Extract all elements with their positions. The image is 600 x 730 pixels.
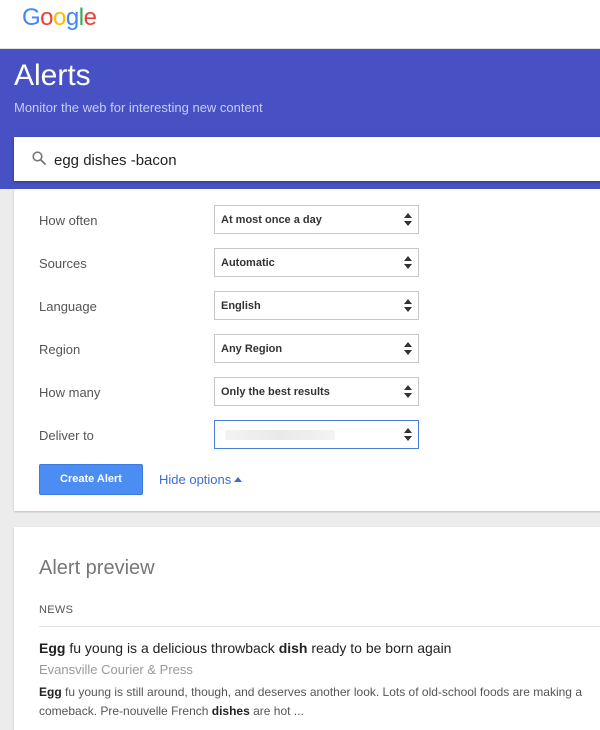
news-item-source: Evansville Courier & Press: [39, 662, 193, 677]
select-value: Any Region: [221, 343, 283, 355]
snippet-part: fu young is still around, though, and de…: [39, 685, 582, 718]
select-value: English: [221, 300, 261, 312]
snippet-part: dishes: [211, 704, 250, 718]
sources-select[interactable]: Automatic: [214, 248, 419, 277]
select-arrows-icon: [404, 342, 412, 356]
page-subtitle: Monitor the web for interesting new cont…: [14, 100, 263, 115]
select-arrows-icon: [404, 299, 412, 313]
option-row-region: Region Any Region: [14, 334, 600, 364]
page-title: Alerts: [14, 59, 91, 92]
create-alert-button[interactable]: Create Alert: [39, 464, 143, 495]
logo-letter: o: [53, 4, 66, 31]
select-arrows-icon: [404, 213, 412, 227]
preview-heading: Alert preview: [39, 557, 155, 579]
deliver-to-select[interactable]: [214, 420, 419, 449]
snippet-part: Egg: [39, 685, 62, 699]
top-bar: Google: [0, 0, 600, 49]
alert-query-text[interactable]: egg dishes -bacon: [54, 152, 177, 169]
select-arrows-icon: [404, 428, 412, 442]
select-value: Automatic: [221, 257, 275, 269]
select-value: At most once a day: [221, 214, 322, 226]
how-often-select[interactable]: At most once a day: [214, 205, 419, 234]
option-row-how-often: How often At most once a day: [14, 205, 600, 235]
region-select[interactable]: Any Region: [214, 334, 419, 363]
chevron-up-icon[interactable]: [234, 477, 242, 482]
divider: [39, 626, 600, 627]
title-part: dish: [278, 640, 308, 656]
redacted-email: [225, 430, 335, 440]
title-part: fu young is a delicious throwback: [65, 640, 279, 656]
select-arrows-icon: [404, 385, 412, 399]
logo-letter: g: [65, 4, 79, 31]
google-logo[interactable]: Google: [22, 4, 97, 32]
search-icon: [32, 151, 46, 165]
option-label: How often: [39, 213, 98, 228]
logo-letter: e: [83, 4, 97, 31]
option-label: Sources: [39, 256, 87, 271]
hide-options-link[interactable]: Hide options: [159, 472, 231, 487]
option-row-sources: Sources Automatic: [14, 248, 600, 278]
language-select[interactable]: English: [214, 291, 419, 320]
news-item-title[interactable]: Egg fu young is a delicious throwback di…: [39, 640, 451, 656]
option-label: Deliver to: [39, 428, 94, 443]
news-section-label: NEWS: [39, 604, 74, 616]
logo-letter: G: [22, 4, 41, 31]
option-row-deliver-to: Deliver to: [14, 420, 600, 450]
alert-options-panel: How often At most once a day Sources Aut…: [14, 189, 600, 511]
title-part: ready to be born again: [307, 640, 452, 656]
logo-letter: o: [40, 4, 54, 31]
snippet-part: are hot ...: [249, 704, 304, 718]
option-label: How many: [39, 385, 101, 400]
news-item-snippet: Egg fu young is still around, though, an…: [39, 683, 589, 721]
option-label: Language: [39, 299, 97, 314]
option-row-how-many: How many Only the best results: [14, 377, 600, 407]
alert-query-input[interactable]: egg dishes -bacon: [14, 137, 600, 181]
select-value: Only the best results: [221, 386, 330, 398]
option-row-language: Language English: [14, 291, 600, 321]
select-arrows-icon: [404, 256, 412, 270]
option-label: Region: [39, 342, 81, 357]
title-part: Egg: [39, 640, 66, 656]
alert-preview-panel: Alert preview NEWS Egg fu young is a del…: [14, 527, 600, 730]
how-many-select[interactable]: Only the best results: [214, 377, 419, 406]
